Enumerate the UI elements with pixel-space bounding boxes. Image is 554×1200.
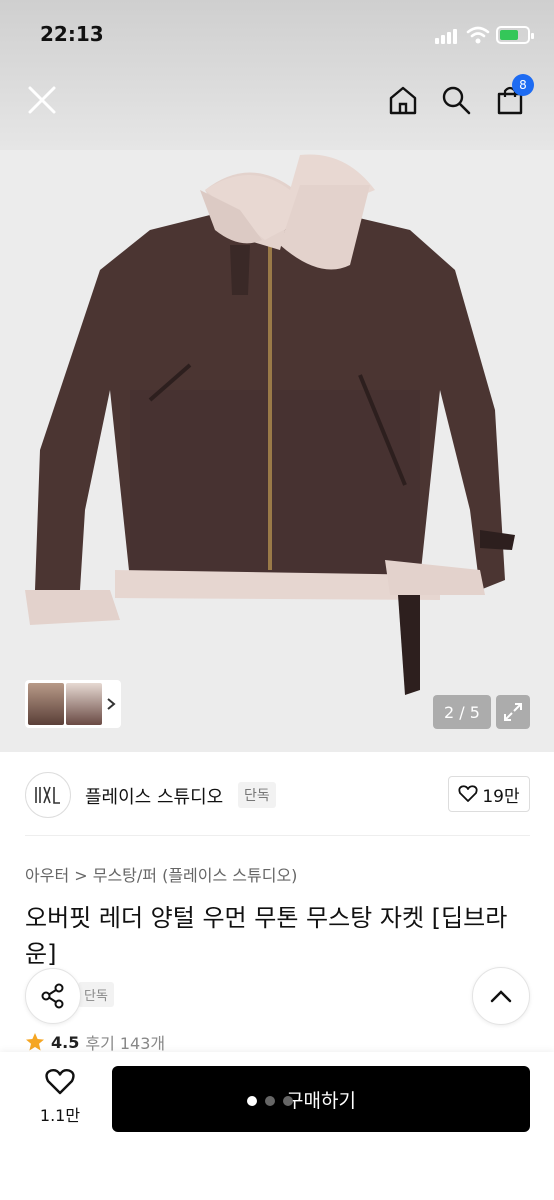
rating-score: 4.5 — [51, 1032, 80, 1052]
cart-button[interactable]: 8 — [492, 74, 534, 118]
divider — [25, 835, 530, 836]
brand-like-button[interactable]: 19만 — [448, 776, 530, 812]
indicator-dot — [265, 1096, 275, 1106]
search-icon — [442, 86, 471, 115]
buy-button[interactable]: 구매하기 — [112, 1066, 530, 1132]
wifi-icon — [466, 26, 490, 44]
bottom-action-bar: 1.1만 구매하기 — [0, 1052, 554, 1200]
exclusive-badge: 단독 — [78, 982, 114, 1007]
heart-icon — [45, 1068, 75, 1095]
breadcrumb[interactable]: 아우터 > 무스탕/퍼 (플레이스 스튜디오) — [25, 862, 297, 886]
chevron-right-icon — [107, 698, 116, 710]
thumbnail-strip[interactable] — [25, 680, 121, 728]
thumbnail-image — [66, 683, 102, 725]
close-icon — [28, 86, 56, 114]
screen-recording-indicator — [247, 1096, 293, 1106]
wishlist-button[interactable]: 1.1만 — [28, 1068, 92, 1126]
wishlist-count: 1.1만 — [39, 1106, 81, 1125]
star-icon — [26, 1033, 44, 1051]
close-button[interactable] — [24, 82, 60, 118]
cellular-signal-icon — [435, 28, 459, 44]
product-title: 오버핏 레더 양털 우먼 무톤 무스탕 자켓 [딥브라운] — [25, 904, 508, 968]
cart-count-badge: 8 — [512, 74, 534, 96]
indicator-dot — [283, 1096, 293, 1106]
status-bar: 22:13 — [0, 22, 554, 50]
battery-icon — [496, 26, 534, 44]
chevron-up-icon — [490, 990, 512, 1003]
brand-row[interactable]: 플레이스 스튜디오 단독 19만 — [25, 770, 530, 820]
brand-name[interactable]: 플레이스 스튜디오 — [85, 783, 223, 809]
home-button[interactable] — [385, 82, 421, 118]
home-icon — [389, 86, 417, 115]
product-image-gallery[interactable]: 2 / 5 — [0, 150, 554, 752]
review-count[interactable]: 후기 143개 — [85, 1030, 165, 1054]
image-page-indicator: 2 / 5 — [433, 695, 491, 729]
brand-like-count: 19만 — [482, 786, 520, 807]
share-button[interactable] — [25, 968, 81, 1024]
indicator-dot — [247, 1096, 257, 1106]
expand-icon — [504, 703, 522, 721]
expand-image-button[interactable] — [496, 695, 530, 729]
header-area: 22:13 8 — [0, 0, 554, 150]
jacket-product-image — [25, 154, 515, 695]
share-icon — [41, 983, 64, 1009]
status-time: 22:13 — [40, 22, 104, 46]
thumbnail-image — [28, 683, 64, 725]
brand-logo-mark-icon — [35, 786, 60, 804]
heart-icon — [458, 785, 478, 802]
brand-logo — [25, 772, 71, 818]
scroll-to-top-button[interactable] — [472, 967, 530, 1025]
rating-summary[interactable]: 4.5 후기 143개 — [25, 1030, 165, 1054]
exclusive-badge: 단독 — [238, 782, 276, 808]
search-button[interactable] — [438, 82, 474, 118]
